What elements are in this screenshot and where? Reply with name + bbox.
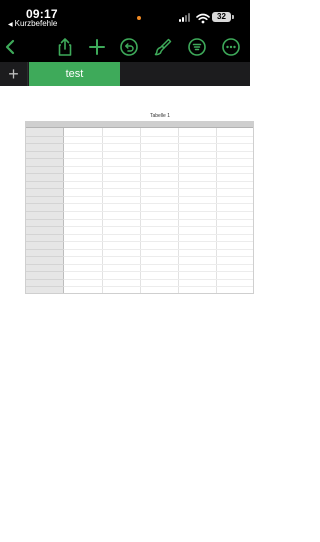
row-header-divider	[25, 286, 64, 288]
row-header-divider	[25, 241, 64, 243]
row-header-divider	[25, 173, 64, 175]
row-divider	[64, 143, 254, 145]
row-header-divider	[25, 233, 64, 235]
row-header-divider	[25, 143, 64, 145]
row-header-divider	[25, 256, 64, 258]
row-header-divider	[25, 211, 64, 212]
back-to-app-link[interactable]: ◀ Kurzbefehle	[8, 19, 57, 28]
row-divider	[64, 256, 254, 258]
row-divider	[64, 195, 254, 197]
privacy-indicator-dot	[137, 16, 141, 20]
sheet-tab-bar: + test	[0, 62, 250, 86]
row-header-divider	[25, 158, 64, 160]
status-bar: 09:17 ◀ Kurzbefehle 32	[0, 0, 250, 32]
add-sheet-button[interactable]: +	[0, 62, 28, 86]
row-header-divider	[25, 195, 64, 197]
cellular-signal-icon	[179, 13, 193, 22]
row-divider	[64, 278, 254, 280]
row-header-divider	[25, 135, 64, 137]
row-header-divider	[25, 278, 64, 280]
tab-test[interactable]: test	[29, 62, 120, 86]
row-divider	[64, 211, 254, 212]
cell-grid[interactable]	[64, 128, 254, 294]
row-header-column[interactable]	[25, 128, 64, 294]
plus-icon[interactable]	[86, 36, 108, 58]
organize-icon[interactable]	[186, 36, 208, 58]
row-divider	[64, 248, 254, 250]
row-divider	[64, 203, 254, 205]
row-divider	[64, 226, 254, 228]
row-header-divider	[25, 226, 64, 228]
row-divider	[64, 188, 254, 190]
row-divider	[64, 241, 254, 243]
share-icon[interactable]	[54, 36, 76, 58]
row-divider	[64, 271, 254, 273]
table-title[interactable]: Tabelle 1	[0, 113, 320, 119]
battery-icon: 32	[212, 12, 231, 22]
row-header-divider	[25, 150, 64, 152]
undo-icon[interactable]	[118, 36, 140, 58]
row-header-divider	[25, 188, 64, 190]
row-divider	[64, 150, 254, 152]
row-divider	[64, 218, 254, 220]
wifi-icon	[196, 11, 210, 24]
row-header-divider	[25, 203, 64, 205]
column-header-row[interactable]	[25, 121, 254, 128]
format-brush-icon[interactable]	[152, 36, 174, 58]
row-divider	[64, 263, 254, 265]
row-divider	[64, 158, 254, 160]
row-header-divider	[25, 271, 64, 273]
more-icon[interactable]	[220, 36, 242, 58]
row-divider	[64, 165, 254, 167]
back-triangle-icon: ◀	[8, 22, 13, 28]
toolbar	[0, 32, 250, 62]
row-divider	[64, 233, 254, 235]
row-header-divider	[25, 180, 64, 182]
row-divider	[64, 135, 254, 137]
row-divider	[64, 180, 254, 182]
battery-tip	[232, 15, 234, 19]
row-divider	[64, 173, 254, 175]
row-header-divider	[25, 263, 64, 265]
row-header-divider	[25, 165, 64, 167]
row-header-divider	[25, 248, 64, 250]
row-divider	[64, 286, 254, 288]
back-app-label: Kurzbefehle	[14, 19, 58, 28]
row-header-divider	[25, 218, 64, 220]
back-chevron-icon[interactable]	[0, 36, 22, 58]
